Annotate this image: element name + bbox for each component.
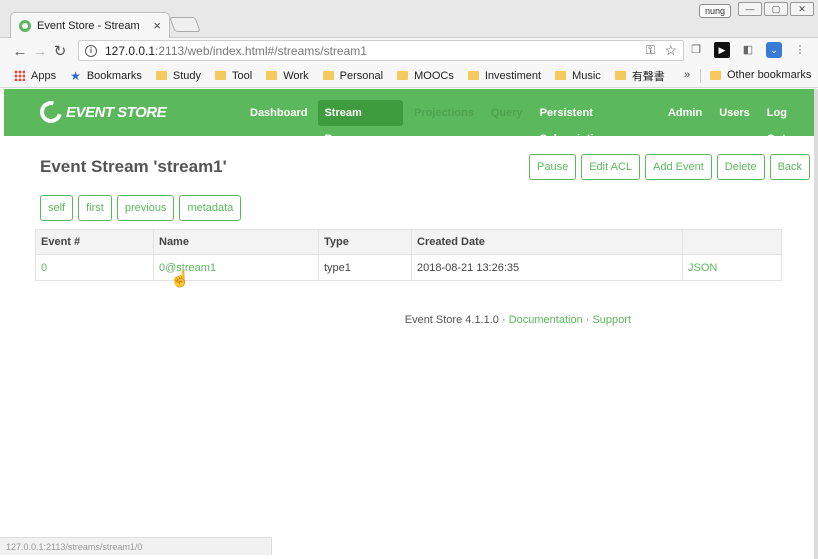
nav-dashboard[interactable]: Dashboard <box>244 100 313 126</box>
folder-icon <box>155 71 167 80</box>
column-header-name: Name <box>153 229 319 255</box>
forward-arrow-icon[interactable]: → <box>30 43 50 60</box>
nav-stream-browser[interactable]: Stream Browser <box>318 100 403 145</box>
hand-cursor-icon: ☝ <box>170 271 190 288</box>
url-host: 127.0.0.1 <box>105 43 156 58</box>
self-link-button[interactable]: self <box>40 195 74 221</box>
key-icon[interactable]: ⚿ <box>646 43 655 58</box>
bookmark-personal[interactable]: Personal <box>322 70 383 82</box>
table-header-row: Event # Name Type Created Date <box>35 229 782 255</box>
star-icon: ★ <box>70 68 81 83</box>
nav-persistent-subscriptions[interactable]: Persistent Subscriptions <box>534 100 657 145</box>
folder-icon <box>555 71 567 80</box>
metadata-link-button[interactable]: metadata <box>179 195 242 221</box>
column-header-format <box>682 229 782 255</box>
folder-icon <box>266 71 278 80</box>
event-created-date: 2018-08-21 13:26:35 <box>411 254 683 281</box>
nav-admin[interactable]: Admin <box>662 100 708 126</box>
stream-page-links: self first previous metadata <box>40 195 242 221</box>
info-icon[interactable]: i <box>85 44 97 57</box>
nav-query[interactable]: Query <box>485 100 529 126</box>
bookmark-apps[interactable]: Apps <box>14 70 56 82</box>
window-controls: — ▢ ✕ <box>738 2 814 16</box>
bookmark-study[interactable]: Study <box>155 70 201 82</box>
pause-button[interactable]: Pause <box>529 154 577 180</box>
footer-separator: · <box>582 314 593 326</box>
nav-log-out[interactable]: Log Out <box>761 100 809 145</box>
browser-toolbar: ← → ↻ i 127.0.0.1:2113/web/index.html#/s… <box>0 38 818 64</box>
minimize-button[interactable]: — <box>738 2 762 16</box>
footer-version: Event Store 4.1.1.0 <box>404 314 499 326</box>
eventstore-logo[interactable]: EVENT STORE <box>35 96 167 128</box>
column-header-created-date: Created Date <box>411 229 683 255</box>
folder-icon <box>710 70 721 80</box>
edit-acl-button[interactable]: Edit ACL <box>581 154 641 180</box>
folder-icon <box>614 71 626 80</box>
address-bar[interactable]: i 127.0.0.1:2113/web/index.html#/streams… <box>78 40 684 61</box>
folder-icon <box>215 71 227 80</box>
event-type: type1 <box>318 254 412 281</box>
logo-text: EVENT STORE <box>66 103 167 121</box>
media-extension-icon[interactable]: ▶ <box>714 42 730 58</box>
tab-title: Event Store - Stream <box>37 19 140 32</box>
main-nav: Dashboard Stream Browser Projections Que… <box>244 100 814 145</box>
apps-grid-icon <box>14 70 25 81</box>
folder-icon <box>467 71 479 80</box>
eventstore-logo-icon <box>35 96 67 128</box>
folder-icon <box>322 71 334 80</box>
page-footer: Event Store 4.1.1.0 · Documentation · Su… <box>4 314 631 326</box>
window-frame <box>814 89 818 559</box>
tab-close-icon[interactable]: × <box>153 18 161 33</box>
stream-actions: Pause Edit ACL Add Event Delete Back <box>529 154 811 180</box>
close-window-button[interactable]: ✕ <box>790 2 814 16</box>
event-json-link[interactable]: JSON <box>682 254 782 281</box>
bookmark-work[interactable]: Work <box>266 70 309 82</box>
back-button[interactable]: Back <box>769 154 811 180</box>
menu-dots-icon[interactable]: ⋮ <box>792 42 808 58</box>
app-navbar: EVENT STORE Dashboard Stream Browser Pro… <box>4 89 814 145</box>
status-bar-url: 127.0.0.1:2113/streams/stream1/0 <box>0 537 272 555</box>
column-header-type: Type <box>318 229 412 255</box>
back-arrow-icon[interactable]: ← <box>10 43 30 60</box>
table-row: 0 0@stream1 type1 2018-08-21 13:26:35 JS… <box>35 254 782 281</box>
browser-tab[interactable]: Event Store - Stream × <box>10 12 170 38</box>
column-header-event-number: Event # <box>35 229 154 255</box>
copy-extension-icon[interactable]: ❐ <box>688 42 704 58</box>
maximize-button[interactable]: ▢ <box>764 2 788 16</box>
reader-extension-icon[interactable]: ◧ <box>740 42 756 58</box>
folder-icon <box>397 71 409 80</box>
bookmark-music[interactable]: Music <box>555 70 601 82</box>
bookmark-audiobooks[interactable]: 有聲書 <box>614 68 665 84</box>
profile-chip[interactable]: nung <box>699 4 732 18</box>
extensions: ❐ ▶ ◧ ⌄ ⋮ <box>688 42 808 58</box>
pocket-extension-icon[interactable]: ⌄ <box>766 42 782 58</box>
events-table: Event # Name Type Created Date 0 0@strea… <box>35 229 782 281</box>
reload-icon[interactable]: ↻ <box>50 42 70 60</box>
url-path: :2113/web/index.html#/streams/stream1 <box>155 43 367 58</box>
previous-link-button[interactable]: previous <box>116 195 175 221</box>
bookmark-investiment[interactable]: Investiment <box>467 70 541 82</box>
event-number-link[interactable]: 0 <box>35 254 154 281</box>
add-event-button[interactable]: Add Event <box>645 154 712 180</box>
bookmarks-overflow-icon[interactable]: » <box>684 69 690 81</box>
footer-separator: · <box>498 314 509 326</box>
page-title: Event Stream 'stream1' <box>40 157 227 176</box>
delete-button[interactable]: Delete <box>716 154 765 180</box>
bookmarks-bar: Apps ★ Bookmarks Study Tool Work Personal… <box>0 64 818 88</box>
nav-projections[interactable]: Projections <box>408 100 480 126</box>
nav-users[interactable]: Users <box>713 100 756 126</box>
bookmark-tool[interactable]: Tool <box>215 70 252 82</box>
first-link-button[interactable]: first <box>78 195 112 221</box>
eventstore-favicon-icon <box>19 19 31 32</box>
support-link[interactable]: Support <box>592 314 631 326</box>
bookmark-bookmarks[interactable]: ★ Bookmarks <box>70 69 142 83</box>
new-tab-button[interactable] <box>169 17 201 32</box>
bookmark-star-icon[interactable]: ☆ <box>664 42 677 59</box>
bookmark-moocs[interactable]: MOOCs <box>397 70 454 82</box>
documentation-link[interactable]: Documentation <box>509 314 583 326</box>
page-content: EVENT STORE Dashboard Stream Browser Pro… <box>4 89 814 555</box>
bookmark-other[interactable]: Other bookmarks <box>710 69 811 81</box>
browser-titlebar: Event Store - Stream × nung — ▢ ✕ <box>0 0 818 38</box>
bookmarks-divider <box>700 69 701 83</box>
